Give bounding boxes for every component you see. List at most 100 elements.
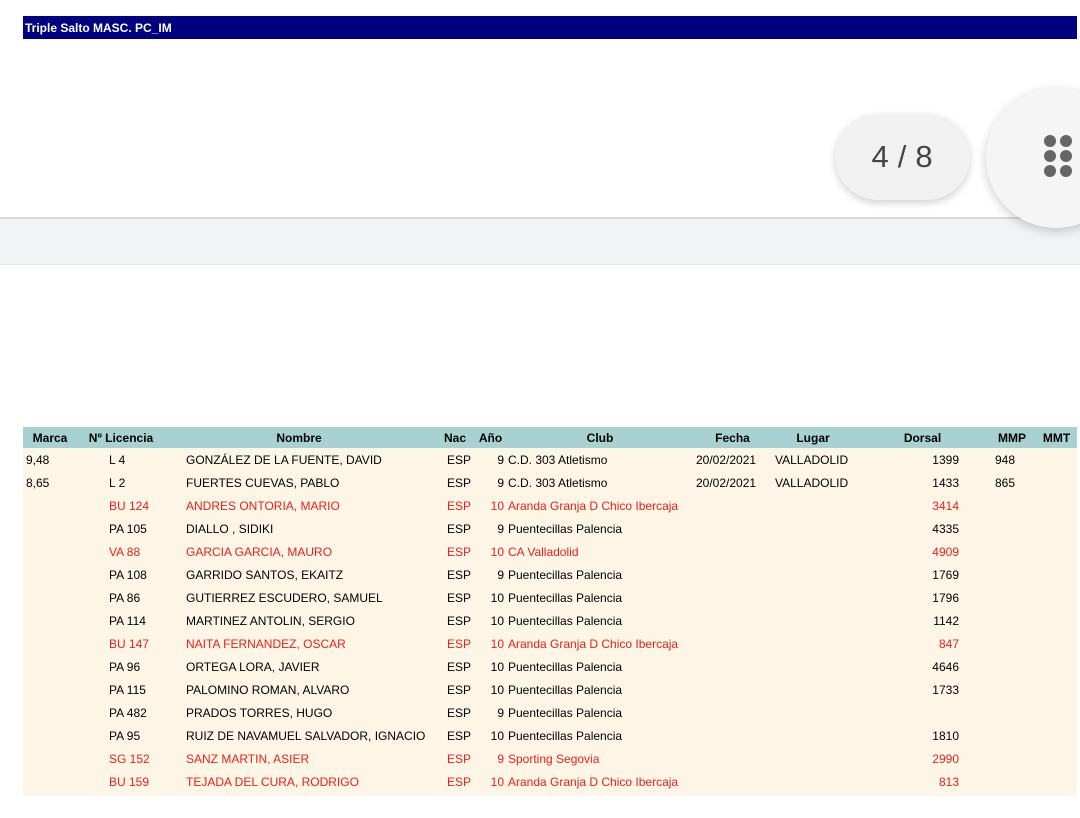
cell-nac: ESP [447,751,472,766]
cell-marca: 8,65 [26,475,50,490]
cell-club: C.D. 303 Atletismo [508,475,608,490]
cell-licencia: PA 86 [109,590,141,605]
cell-mmt [1036,747,1077,770]
cell-ano: 10 [490,498,504,513]
cell-dorsal: 2990 [932,751,959,766]
cell-licencia: L 2 [109,475,126,490]
cell-mmt [1036,701,1077,724]
event-title: Triple Salto MASC. PC_IM [23,16,1077,39]
cell-ano: 10 [490,590,504,605]
col-header-mmt: MMT [1042,430,1071,445]
cell-lugar [769,678,857,701]
cell-marca [23,747,77,770]
cell-fecha [696,678,769,701]
cell-mmp [988,724,1036,747]
cell-club: Puentecillas Palencia [508,567,623,582]
table-row: BU 147 NAITA FERNANDEZ, OSCAR ESP 10 Aranda … [23,632,1077,655]
cell-nombre: MARTINEZ ANTOLIN, SERGIO [186,613,355,628]
cell-mmp [988,632,1036,655]
cell-mmp [988,494,1036,517]
cell-licencia: PA 95 [109,728,141,743]
cell-dorsal: 4909 [932,544,959,559]
col-header-marca: Marca [32,430,68,445]
cell-lugar [769,609,857,632]
col-header-fecha: Fecha [715,430,750,445]
page-indicator[interactable]: 4 / 8 [835,114,970,200]
cell-ano: 9 [497,475,504,490]
cell-dorsal: 1142 [933,613,959,628]
cell-marca [23,609,77,632]
cell-nombre: FUERTES CUEVAS, PABLO [186,475,340,490]
cell-marca [23,724,77,747]
cell-dorsal: 813 [938,774,959,789]
cell-mmp [988,517,1036,540]
results-table: Marca Nº Licencia Nombre Nac Año Club Fe… [23,427,1077,793]
cell-lugar [769,563,857,586]
cell-nac: ESP [447,498,472,513]
cell-club: Puentecillas Palencia [508,705,623,720]
cell-mmp [988,747,1036,770]
cell-nac: ESP [447,452,472,467]
cell-club: CA Valladolid [508,544,579,559]
cell-mmt [1036,448,1077,471]
cell-nombre: GONZÁLEZ DE LA FUENTE, DAVID [186,452,382,467]
page-grid-button[interactable] [986,88,1080,228]
cell-fecha [696,655,769,678]
cell-ano: 10 [490,682,504,697]
table-row: SG 152 SANZ MARTIN, ASIER ESP 9 Sporting Seg… [23,747,1077,770]
table-row: PA 86 GUTIERREZ ESCUDERO, SAMUEL ESP 10 Puen… [23,586,1077,609]
cell-ano: 9 [497,567,504,582]
cell-mmp [988,701,1036,724]
cell-fecha [696,540,769,563]
cell-licencia: SG 152 [109,751,150,766]
cell-nac: ESP [447,521,472,536]
cell-nac: ESP [447,659,472,674]
cell-club: Puentecillas Palencia [508,613,623,628]
table-header-row: Marca Nº Licencia Nombre Nac Año Club Fe… [23,427,1077,448]
cell-club: Puentecillas Palencia [508,659,623,674]
cell-licencia: PA 115 [109,682,146,697]
col-header-lugar: Lugar [796,430,830,445]
cell-licencia: PA 482 [109,705,147,720]
table-row: BU 159 TEJADA DEL CURA, RODRIGO ESP 10 Arand… [23,770,1077,793]
cell-lugar [769,724,857,747]
cell-mmt [1036,540,1077,563]
cell-fecha [696,724,769,747]
cell-lugar [769,770,857,793]
results-table-wrap: Marca Nº Licencia Nombre Nac Año Club Fe… [23,427,1077,796]
cell-nombre: GARCIA GARCIA, MAURO [186,544,333,559]
cell-mmp [988,609,1036,632]
cell-club: Aranda Granja D Chico Ibercaja [508,498,679,513]
cell-lugar [769,586,857,609]
cell-licencia: PA 108 [109,567,147,582]
cell-lugar [769,494,857,517]
table-row: BU 124 ANDRES ONTORIA, MARIO ESP 10 Aranda G… [23,494,1077,517]
cell-fecha: 20/02/2021 [696,475,757,490]
cell-mmp [988,770,1036,793]
cell-marca [23,494,77,517]
table-row: PA 96 ORTEGA LORA, JAVIER ESP 10 Puentecilla… [23,655,1077,678]
cell-club: Aranda Granja D Chico Ibercaja [508,774,679,789]
col-header-nombre: Nombre [276,430,322,445]
cell-mmt [1036,586,1077,609]
cell-nac: ESP [447,567,472,582]
cell-nombre: TEJADA DEL CURA, RODRIGO [186,774,359,789]
cell-club: Puentecillas Palencia [508,521,623,536]
cell-nombre: DIALLO , SIDIKI [186,521,274,536]
cell-mmp: 948 [995,452,1016,467]
cell-nac: ESP [447,544,472,559]
cell-ano: 10 [490,774,504,789]
cell-fecha [696,586,769,609]
cell-club: Puentecillas Palencia [508,590,623,605]
cell-nombre: PALOMINO ROMAN, ALVARO [186,682,350,697]
cell-fecha [696,701,769,724]
cell-mmp [988,655,1036,678]
table-row: 9,48 L 4 GONZÁLEZ DE LA FUENTE, DAVID ESP 9 C… [23,448,1077,471]
cell-nombre: PRADOS TORRES, HUGO [186,705,333,720]
cell-marca [23,563,77,586]
cell-fecha [696,770,769,793]
cell-dorsal: 1769 [932,567,959,582]
cell-lugar [769,540,857,563]
cell-ano: 10 [490,728,504,743]
col-header-mmp: MMP [998,430,1026,445]
